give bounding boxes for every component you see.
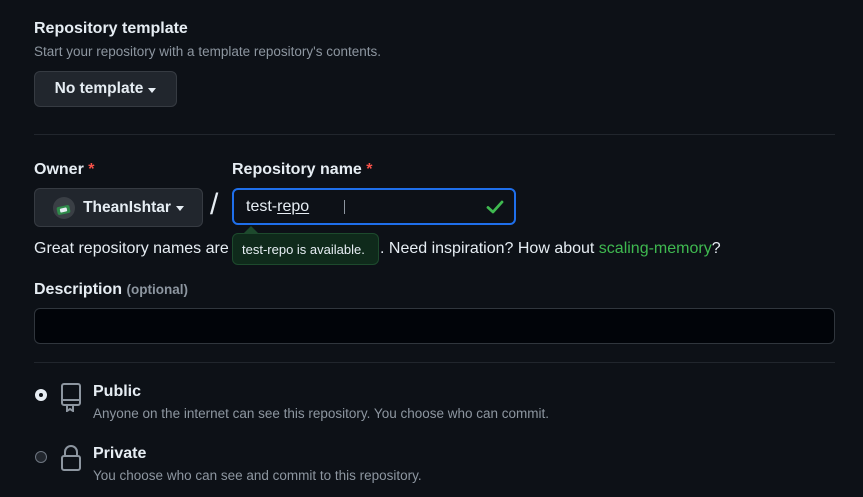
repo-name-hint: Great repository names are s bbox=[34, 240, 241, 258]
visibility-private-title: Private bbox=[93, 445, 147, 462]
repo-name-label-text: Repository name bbox=[232, 161, 362, 178]
caret-down-icon bbox=[175, 206, 184, 211]
repo-name-label: Repository name * bbox=[232, 161, 373, 179]
template-section-description: Start your repository with a template re… bbox=[34, 44, 381, 59]
owner-dropdown-button[interactable]: TheanIshtar bbox=[34, 188, 203, 227]
template-dropdown-label: No template bbox=[54, 80, 144, 97]
owner-repo-separator: / bbox=[210, 188, 219, 221]
repo-icon bbox=[61, 383, 81, 412]
description-label-text: Description bbox=[34, 281, 123, 298]
check-icon bbox=[486, 200, 504, 214]
repo-name-hint-continued: . Need inspiration? How about scaling-me… bbox=[380, 240, 721, 258]
divider bbox=[34, 362, 835, 363]
description-input[interactable] bbox=[34, 308, 835, 344]
owner-required-mark: * bbox=[88, 161, 95, 178]
avatar bbox=[53, 196, 76, 219]
hint-prefix: Great repository names are s bbox=[34, 240, 242, 257]
template-dropdown-button[interactable]: No template bbox=[34, 71, 177, 107]
caret-down-icon bbox=[148, 87, 157, 93]
hint-end: ? bbox=[711, 240, 721, 257]
tooltip-arrow bbox=[244, 226, 258, 233]
repo-name-value-underlined: repo bbox=[277, 197, 310, 215]
repo-name-required-mark: * bbox=[366, 161, 373, 178]
text-cursor-icon bbox=[344, 200, 345, 214]
suggested-name-link[interactable]: scaling-memory bbox=[599, 240, 712, 257]
repo-name-input[interactable]: test-repo bbox=[232, 188, 516, 225]
availability-tooltip: test-repo is available. bbox=[232, 233, 379, 265]
owner-label-text: Owner bbox=[34, 161, 84, 178]
repo-name-value-start: test- bbox=[246, 197, 278, 215]
visibility-private-description: You choose who can see and commit to thi… bbox=[93, 468, 422, 483]
lock-icon bbox=[61, 445, 81, 471]
repo-name-value: test-repo bbox=[246, 198, 309, 216]
description-optional-tag: (optional) bbox=[126, 282, 188, 297]
divider bbox=[34, 134, 835, 135]
owner-label: Owner * bbox=[34, 161, 94, 179]
visibility-private-radio[interactable] bbox=[35, 451, 47, 463]
new-repository-form: Repository template Start your repositor… bbox=[0, 0, 863, 497]
visibility-public-radio[interactable] bbox=[35, 389, 47, 401]
hint-suffix: . Need inspiration? How about bbox=[380, 240, 599, 257]
owner-name: TheanIshtar bbox=[83, 198, 171, 216]
description-label: Description (optional) bbox=[34, 281, 188, 299]
visibility-public-title: Public bbox=[93, 383, 142, 400]
visibility-public-description: Anyone on the internet can see this repo… bbox=[93, 406, 550, 421]
template-section-title: Repository template bbox=[34, 20, 188, 37]
availability-tooltip-text: test-repo is available. bbox=[242, 241, 365, 257]
